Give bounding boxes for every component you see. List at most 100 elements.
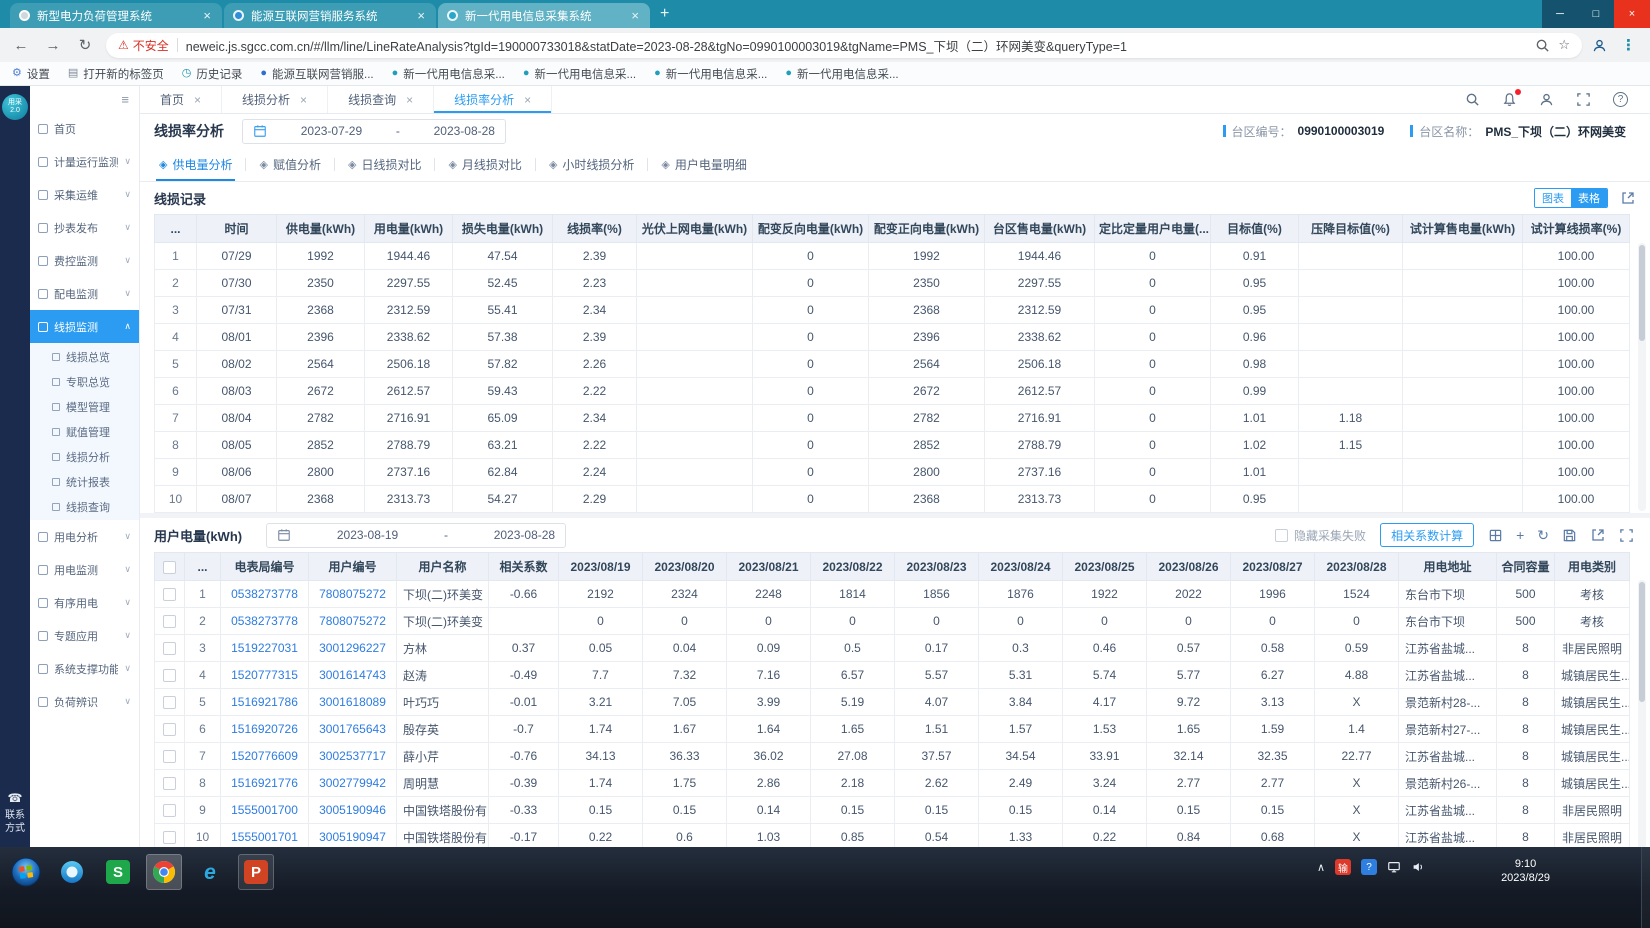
- export-icon[interactable]: [1620, 190, 1636, 206]
- tab-close-icon[interactable]: ×: [194, 93, 201, 107]
- sidebar-item-load-identify[interactable]: 负荷辨识∨: [30, 685, 139, 718]
- chart-view-button[interactable]: 图表: [1535, 189, 1571, 207]
- zoom-icon[interactable]: [1535, 38, 1550, 53]
- row-checkbox[interactable]: [163, 750, 176, 763]
- bookmark-item[interactable]: ◷历史记录: [182, 66, 243, 82]
- back-icon[interactable]: ←: [10, 37, 32, 54]
- show-desktop-button[interactable]: [1641, 847, 1650, 928]
- sidebar-subitem[interactable]: 线损分析: [30, 444, 139, 469]
- sidebar-collapse-icon[interactable]: ≡: [121, 92, 129, 107]
- column-header[interactable]: 2023/08/21: [727, 553, 811, 581]
- refresh-icon[interactable]: ↻: [1537, 527, 1549, 544]
- column-header[interactable]: 供电量(kWh): [277, 215, 365, 243]
- column-header[interactable]: 配变正向电量(kWh): [869, 215, 985, 243]
- tab-close-icon[interactable]: ×: [415, 8, 427, 23]
- column-header[interactable]: 目标值(%): [1211, 215, 1299, 243]
- column-header[interactable]: 损失电量(kWh): [453, 215, 553, 243]
- forward-icon[interactable]: →: [42, 37, 64, 54]
- reload-icon[interactable]: ↻: [74, 36, 96, 54]
- window-close-button[interactable]: ×: [1614, 0, 1650, 28]
- column-header[interactable]: 合同容量: [1497, 553, 1555, 581]
- cell-link[interactable]: 3001614743: [309, 662, 397, 689]
- workspace-tab[interactable]: 线损查询×: [328, 86, 434, 113]
- sidebar-item-orderly-usage[interactable]: 有序用电∨: [30, 586, 139, 619]
- cell-link[interactable]: 1516921776: [221, 770, 309, 797]
- column-header[interactable]: 2023/08/28: [1315, 553, 1399, 581]
- column-header[interactable]: 试计算售电量(kWh): [1403, 215, 1523, 243]
- select-all-header[interactable]: [155, 553, 185, 581]
- sidebar-item-home[interactable]: 首页: [30, 112, 139, 145]
- taskbar-clock[interactable]: 9:102023/8/29: [1501, 857, 1550, 885]
- cell-link[interactable]: 7808075272: [309, 581, 397, 608]
- column-header[interactable]: 用电量(kWh): [365, 215, 453, 243]
- input-method-icon[interactable]: 输: [1335, 859, 1351, 875]
- cell-link[interactable]: 0538273778: [221, 581, 309, 608]
- cell-link[interactable]: 1520777315: [221, 662, 309, 689]
- sidebar-item-collection-ops[interactable]: 采集运维∨: [30, 178, 139, 211]
- volume-tray-icon[interactable]: [1411, 860, 1425, 874]
- cell-link[interactable]: 0538273778: [221, 608, 309, 635]
- window-maximize-button[interactable]: □: [1578, 0, 1614, 28]
- column-header[interactable]: 压降目标值(%): [1299, 215, 1403, 243]
- start-button[interactable]: [8, 854, 44, 890]
- tab-close-icon[interactable]: ×: [629, 8, 641, 23]
- browser-tab[interactable]: 新一代用电信息采集系统×: [438, 3, 650, 28]
- column-header[interactable]: 用户名称: [397, 553, 489, 581]
- column-header[interactable]: 线损率(%): [553, 215, 637, 243]
- sidebar-item-usage-analysis[interactable]: 用电分析∨: [30, 520, 139, 553]
- bookmark-item[interactable]: ●新一代用电信息采...: [654, 66, 767, 82]
- tab-close-icon[interactable]: ×: [201, 8, 213, 23]
- scrollbar-thumb[interactable]: [1639, 245, 1645, 341]
- browser-menu-icon[interactable]: ⋮: [1617, 36, 1640, 54]
- sidebar-subitem[interactable]: 赋值管理: [30, 419, 139, 444]
- sidebar-item-line-loss-monitor[interactable]: 线损监测∧: [30, 310, 139, 343]
- row-checkbox[interactable]: [163, 804, 176, 817]
- table-view-button[interactable]: 表格: [1571, 189, 1607, 207]
- taskbar-app-wps[interactable]: S: [100, 854, 136, 890]
- subtab-4[interactable]: ◈月线损对比: [435, 148, 534, 181]
- hide-failed-checkbox[interactable]: [1275, 529, 1288, 542]
- sidebar-item-usage-monitor[interactable]: 用电监测∨: [30, 553, 139, 586]
- column-header[interactable]: 时间: [197, 215, 277, 243]
- column-header[interactable]: 电表局编号: [221, 553, 309, 581]
- date-end-value[interactable]: 2023-08-28: [494, 528, 555, 542]
- security-indicator[interactable]: ⚠不安全: [118, 37, 169, 54]
- row-checkbox[interactable]: [163, 777, 176, 790]
- column-header[interactable]: 2023/08/26: [1147, 553, 1231, 581]
- search-icon[interactable]: [1465, 92, 1480, 107]
- browser-tab[interactable]: 能源互联网营销服务系统×: [224, 3, 436, 28]
- workspace-tab[interactable]: 线损分析×: [222, 86, 328, 113]
- taskbar-app-messenger[interactable]: [54, 854, 90, 890]
- user-date-range-picker[interactable]: 2023-08-19 - 2023-08-28: [266, 523, 566, 548]
- cell-link[interactable]: 1520776609: [221, 743, 309, 770]
- column-header[interactable]: 用电类别: [1555, 553, 1630, 581]
- cell-link[interactable]: 1555001701: [221, 824, 309, 848]
- column-header[interactable]: 配变反向电量(kWh): [753, 215, 869, 243]
- sidebar-item-meter-reading[interactable]: 抄表发布∨: [30, 211, 139, 244]
- loss-table-scrollbar[interactable]: [1638, 243, 1646, 511]
- column-header[interactable]: ...: [155, 215, 197, 243]
- window-minimize-button[interactable]: ─: [1542, 0, 1578, 28]
- sidebar-subitem[interactable]: 线损查询: [30, 494, 139, 519]
- bookmark-item[interactable]: ⚙设置: [12, 66, 50, 82]
- tab-close-icon[interactable]: ×: [406, 93, 413, 107]
- column-header[interactable]: 用电地址: [1399, 553, 1497, 581]
- bookmark-item[interactable]: ●新一代用电信息采...: [392, 66, 505, 82]
- cell-link[interactable]: 3001765643: [309, 716, 397, 743]
- tab-close-icon[interactable]: ×: [524, 93, 531, 107]
- cell-link[interactable]: 3001296227: [309, 635, 397, 662]
- row-checkbox[interactable]: [163, 669, 176, 682]
- sidebar-item-fee-control[interactable]: 费控监测∨: [30, 244, 139, 277]
- column-header[interactable]: 台区售电量(kWh): [985, 215, 1095, 243]
- tab-close-icon[interactable]: ×: [300, 93, 307, 107]
- taskbar-app-chrome[interactable]: [146, 854, 182, 890]
- row-checkbox[interactable]: [163, 642, 176, 655]
- taskbar-app-internet-explorer[interactable]: e: [192, 854, 228, 890]
- column-header[interactable]: 2023/08/24: [979, 553, 1063, 581]
- row-checkbox[interactable]: [163, 615, 176, 628]
- bookmark-item[interactable]: ●新一代用电信息采...: [523, 66, 636, 82]
- url-text[interactable]: neweic.js.sgcc.com.cn/#/llm/line/LineRat…: [186, 36, 1528, 55]
- workspace-tab[interactable]: 线损率分析×: [434, 86, 552, 113]
- column-header[interactable]: 光伏上网电量(kWh): [637, 215, 753, 243]
- address-bar[interactable]: ⚠不安全 neweic.js.sgcc.com.cn/#/llm/line/Li…: [106, 33, 1582, 58]
